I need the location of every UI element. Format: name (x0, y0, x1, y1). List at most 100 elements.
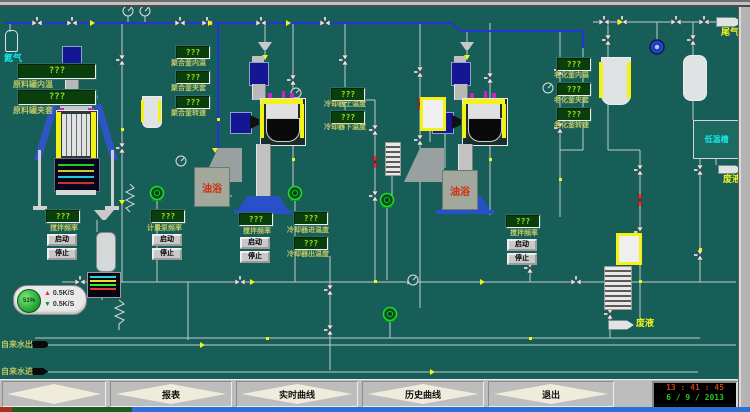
lcd-metering-pump-freq: ??? (151, 210, 185, 223)
ramp-down-rate: ▼ 0.5K/S (44, 301, 74, 308)
feed-vessel-band (158, 100, 161, 122)
trend-trace (90, 280, 116, 282)
reactor2-stand-column (256, 144, 271, 196)
reactor1-vessel-body (62, 114, 90, 156)
mid-condenser (385, 142, 401, 176)
lcd-cooler-outlet-temp: ??? (294, 237, 328, 250)
stop-button-stir2[interactable]: 停止 (240, 251, 270, 263)
reactor1-foot (33, 206, 47, 210)
waste-liquid-label: 废液 (636, 319, 654, 328)
metering-cylinder (96, 232, 116, 272)
lcd-cooler-lower-temp: ??? (331, 111, 365, 124)
lcd-cooler-upper-temp: ??? (331, 88, 365, 101)
right-vessel-band (599, 62, 603, 98)
lcd-cooler-inlet-temp: ??? (294, 212, 328, 225)
stop-button-metering-pump[interactable]: 停止 (152, 248, 182, 260)
tap-water-out-label: 自来水出 (1, 341, 33, 349)
condenser-column (683, 55, 707, 101)
lcd-label: 冷却器下温度 (324, 124, 366, 131)
window-top-border (0, 0, 750, 7)
reactor3-vessel-upper (468, 104, 500, 118)
menu-item-exit[interactable]: 退出 (488, 381, 614, 407)
lcd-label: 聚合釜转速 (171, 110, 206, 117)
system-clock: 13 : 41 : 45 6 / 9 / 2013 (652, 381, 738, 409)
reactor2-vessel-lower (266, 118, 300, 142)
reactor1-leg (38, 150, 41, 208)
reactor2-agitator-motor (230, 112, 252, 134)
taskbar (0, 407, 750, 412)
lcd-poly-temp: ??? (176, 46, 210, 59)
reactor3-vessel-lower (468, 118, 502, 142)
lcd-label: 冷却器进温度 (287, 227, 329, 234)
menu-diamond: 实时曲线 (242, 384, 352, 404)
lcd-poly-speed: ??? (176, 96, 210, 109)
start-button-metering-pump[interactable]: 启动 (152, 234, 182, 246)
ramp-rate-control[interactable]: 51% ▲ 0.5K/S ▼ 0.5K/S (13, 285, 87, 315)
lcd-stir-freq-3: ??? (506, 215, 540, 228)
trend-trace (90, 288, 116, 290)
tap-water-in-label: 自来水进 (1, 368, 33, 376)
arrow-up-icon: ▲ (44, 290, 51, 297)
lcd-poly-jacket: ??? (176, 71, 210, 84)
lcd-label: 老化釜内温 (554, 72, 589, 79)
heater-trace (58, 182, 94, 184)
low-temp-tank-box: 低温槽 (693, 120, 740, 159)
start-button-stir2[interactable]: 启动 (240, 237, 270, 249)
lcd-raw-tank-temp: ??? (18, 64, 96, 79)
lcd-label: 搅拌频率 (243, 228, 271, 235)
lcd-label: 计量泵频率 (147, 225, 182, 232)
reactor1-jacket-band (91, 112, 96, 158)
reactor2-jacket-band (300, 104, 304, 138)
lcd-label: 冷却器上温度 (324, 101, 366, 108)
ramp-down-value: 0.5K/S (53, 301, 74, 308)
lcd-label: 原料罐内温 (13, 81, 53, 89)
lcd-label: 搅拌频率 (510, 230, 538, 237)
reactor2-motor (249, 62, 269, 86)
reactor1-leg (111, 150, 114, 208)
oil-bath-box-2: 油浴 (442, 170, 478, 210)
reactor3-motor (451, 62, 471, 86)
lcd-label: 聚合釜夹套 (171, 85, 206, 92)
tail-gas-label: 尾气 (721, 28, 739, 37)
lcd-label: 搅拌频率 (50, 225, 78, 232)
stop-button-stir3[interactable]: 停止 (507, 253, 537, 265)
menu-diamond: 退出 (494, 384, 608, 404)
reactor2-vessel-upper (266, 104, 298, 118)
start-button-stir1[interactable]: 启动 (47, 234, 77, 246)
lcd-raw-tank-jacket: ??? (18, 90, 96, 105)
reactor2-jacket-band (260, 104, 264, 138)
lcd-label: 老化釜转速 (554, 122, 589, 129)
oil-bath-box-1: 油浴 (194, 167, 230, 207)
reactor1-foot (105, 206, 119, 210)
menu-item-report[interactable]: 报表 (110, 381, 232, 407)
menu-diamond: 报表 (116, 384, 226, 404)
oil-bath-label: 油浴 (450, 183, 470, 198)
start-button-stir3[interactable]: 启动 (507, 239, 537, 251)
heater-trace (58, 170, 94, 172)
reactor2-nozzle (268, 93, 272, 98)
oil-bath-label: 油浴 (202, 180, 222, 195)
heater-trace (58, 164, 94, 166)
ramp-up-value: 0.5K/S (53, 290, 74, 297)
nitrogen-label: 氮气 (4, 54, 22, 63)
reactor3-base-plate (436, 210, 494, 214)
low-temp-tank-label: 低温槽 (705, 134, 729, 145)
menu-diamond (7, 384, 101, 404)
reactor3-jacket-band (502, 104, 506, 138)
taskbar-red-segment (0, 407, 12, 412)
clock-date: 6 / 9 / 2013 (654, 393, 736, 403)
menu-item-realtime-curve[interactable]: 实时曲线 (236, 381, 358, 407)
menu-item-history-curve[interactable]: 历史曲线 (362, 381, 484, 407)
reactor1-jacket-band (56, 112, 61, 158)
taskbar-green-segment (12, 407, 132, 412)
clock-time: 13 : 41 : 45 (654, 383, 736, 393)
taskbar-blue-segment[interactable] (132, 407, 750, 412)
lcd-label: 老化釜夹套 (554, 97, 589, 104)
arrow-down-icon: ▼ (44, 301, 51, 308)
feed-vessel-band (141, 100, 144, 122)
reactor3-jacket-band (462, 104, 466, 138)
mid-jacketed-vessel (420, 97, 446, 131)
menu-item-blank[interactable] (2, 381, 106, 407)
stop-button-stir1[interactable]: 停止 (47, 248, 77, 260)
lcd-aging-speed: ??? (557, 108, 591, 121)
